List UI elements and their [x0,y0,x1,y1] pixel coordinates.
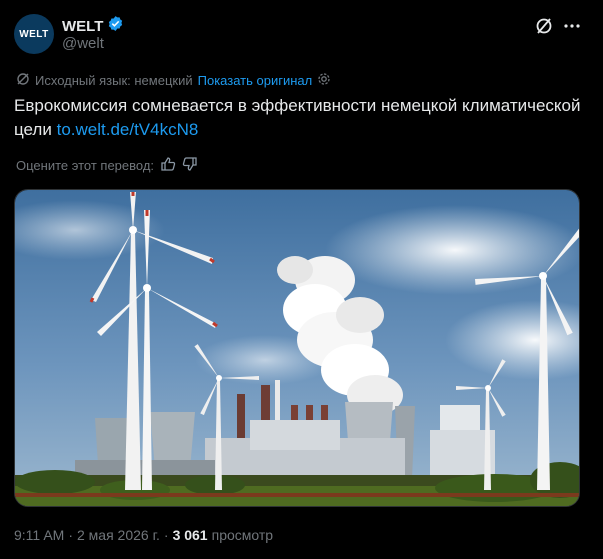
gear-icon[interactable] [317,72,331,89]
verified-badge-icon [107,15,124,37]
tweet-link[interactable]: to.welt.de/tV4kcN8 [57,120,199,139]
translation-notice: Исходный язык: немецкий Показать оригина… [16,72,331,89]
meta-separator: · [68,527,73,543]
meta-separator: · [163,527,169,543]
show-original-link[interactable]: Показать оригинал [198,73,313,88]
tweet-time[interactable]: 9:11 AM [14,527,64,543]
avatar-logo-text: WELT [19,28,49,40]
tweet-date[interactable]: 2 мая 2026 г. [77,527,160,543]
translate-icon [16,72,30,89]
views-count: 3 061 [172,527,208,543]
thumbs-down-icon[interactable] [182,156,198,175]
tweet-header: WELT WELT @welt [14,12,589,58]
views-label: просмотр [211,527,274,543]
translation-rating: Оцените этот перевод: [16,156,198,175]
tweet-photo[interactable] [14,189,580,507]
source-language-label: Исходный язык: немецкий [35,73,193,88]
tweet-meta: 9:11 AM · 2 мая 2026 г. · 3 061 просмотр [14,527,273,543]
avatar[interactable]: WELT [14,14,54,54]
rating-label: Оцените этот перевод: [16,158,155,173]
author-handle[interactable]: @welt [62,35,104,52]
grok-icon[interactable] [534,16,554,36]
more-icon[interactable] [562,16,582,36]
author-name-row: WELT [62,15,124,37]
tweet-text: Еврокомиссия сомневается в эффективности… [14,94,586,142]
author-name[interactable]: WELT [62,18,103,35]
thumbs-up-icon[interactable] [160,156,176,175]
